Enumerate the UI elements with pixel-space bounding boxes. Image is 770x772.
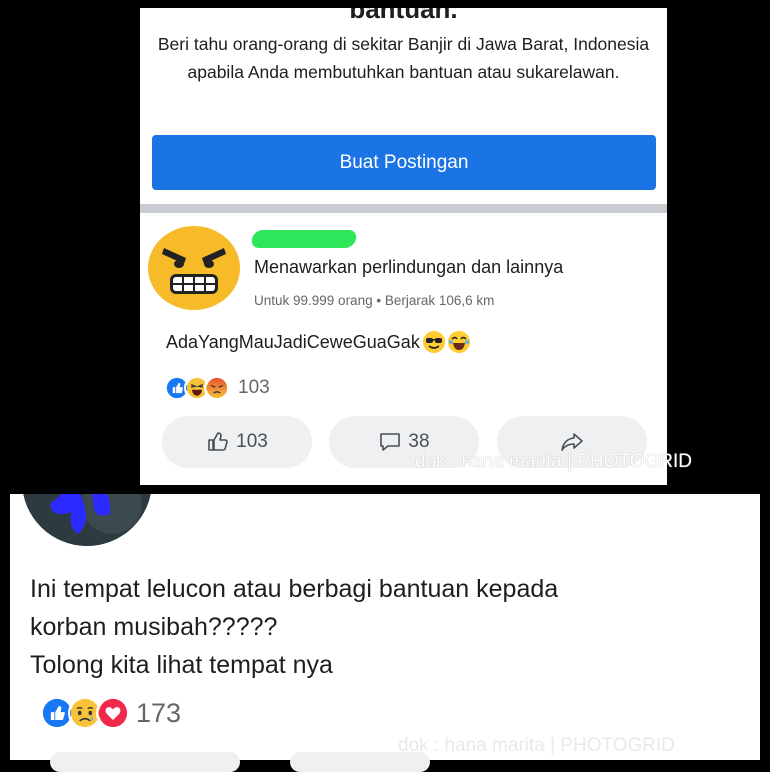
thumbs-up-icon xyxy=(208,432,228,451)
watermark: dok : hana marita | PHOTOGRID xyxy=(415,451,693,472)
love-reaction-icon xyxy=(96,696,130,730)
comment-reaction-count: 173 xyxy=(136,697,182,728)
angry-emoji-avatar[interactable] xyxy=(146,224,242,310)
comment-text: Ini tempat lelucon atau berbagi bantuan … xyxy=(30,570,558,684)
comment-count: 38 xyxy=(408,431,430,452)
like-button[interactable]: 103 xyxy=(162,416,312,468)
post-body: AdaYangMauJadiCeweGuaGak xyxy=(166,331,470,353)
comment-action-button[interactable] xyxy=(50,752,240,772)
angry-reaction-icon xyxy=(204,375,230,401)
comment-line-1: Ini tempat lelucon atau berbagi bantuan … xyxy=(30,575,559,603)
section-heading: bantuan. xyxy=(349,8,458,24)
create-post-button[interactable]: Buat Postingan xyxy=(152,135,656,190)
redacted-username xyxy=(250,230,358,248)
watermark: dok : hana marita | PHOTOGRID xyxy=(398,735,676,756)
laughing-emoji-icon xyxy=(447,331,470,353)
redacted-avatar[interactable] xyxy=(22,494,152,546)
comment-line-2: korban musibah????? xyxy=(30,613,278,641)
post-body-text: AdaYangMauJadiCeweGuaGak xyxy=(166,331,420,352)
post-title: Menawarkan perlindungan dan lainnya xyxy=(254,257,564,277)
sunglasses-emoji-icon xyxy=(422,331,445,353)
comment-reaction-summary[interactable]: 173 xyxy=(40,696,181,730)
help-description: Beri tahu orang-orang di sekitar Banjir … xyxy=(157,34,650,82)
comment-icon xyxy=(380,433,401,451)
reaction-summary[interactable]: 103 xyxy=(164,375,270,401)
comment-action-button[interactable] xyxy=(290,752,430,772)
comment-line-3: Tolong kita lihat tempat nya xyxy=(30,651,333,679)
post-meta: Untuk 99.999 orang • Berjarak 106,6 km xyxy=(254,293,495,308)
like-count: 103 xyxy=(236,431,268,452)
section-divider xyxy=(140,204,667,213)
post-screenshot-top: bantuan. Beri tahu orang-orang di sekita… xyxy=(140,8,667,485)
reaction-count: 103 xyxy=(238,377,270,398)
